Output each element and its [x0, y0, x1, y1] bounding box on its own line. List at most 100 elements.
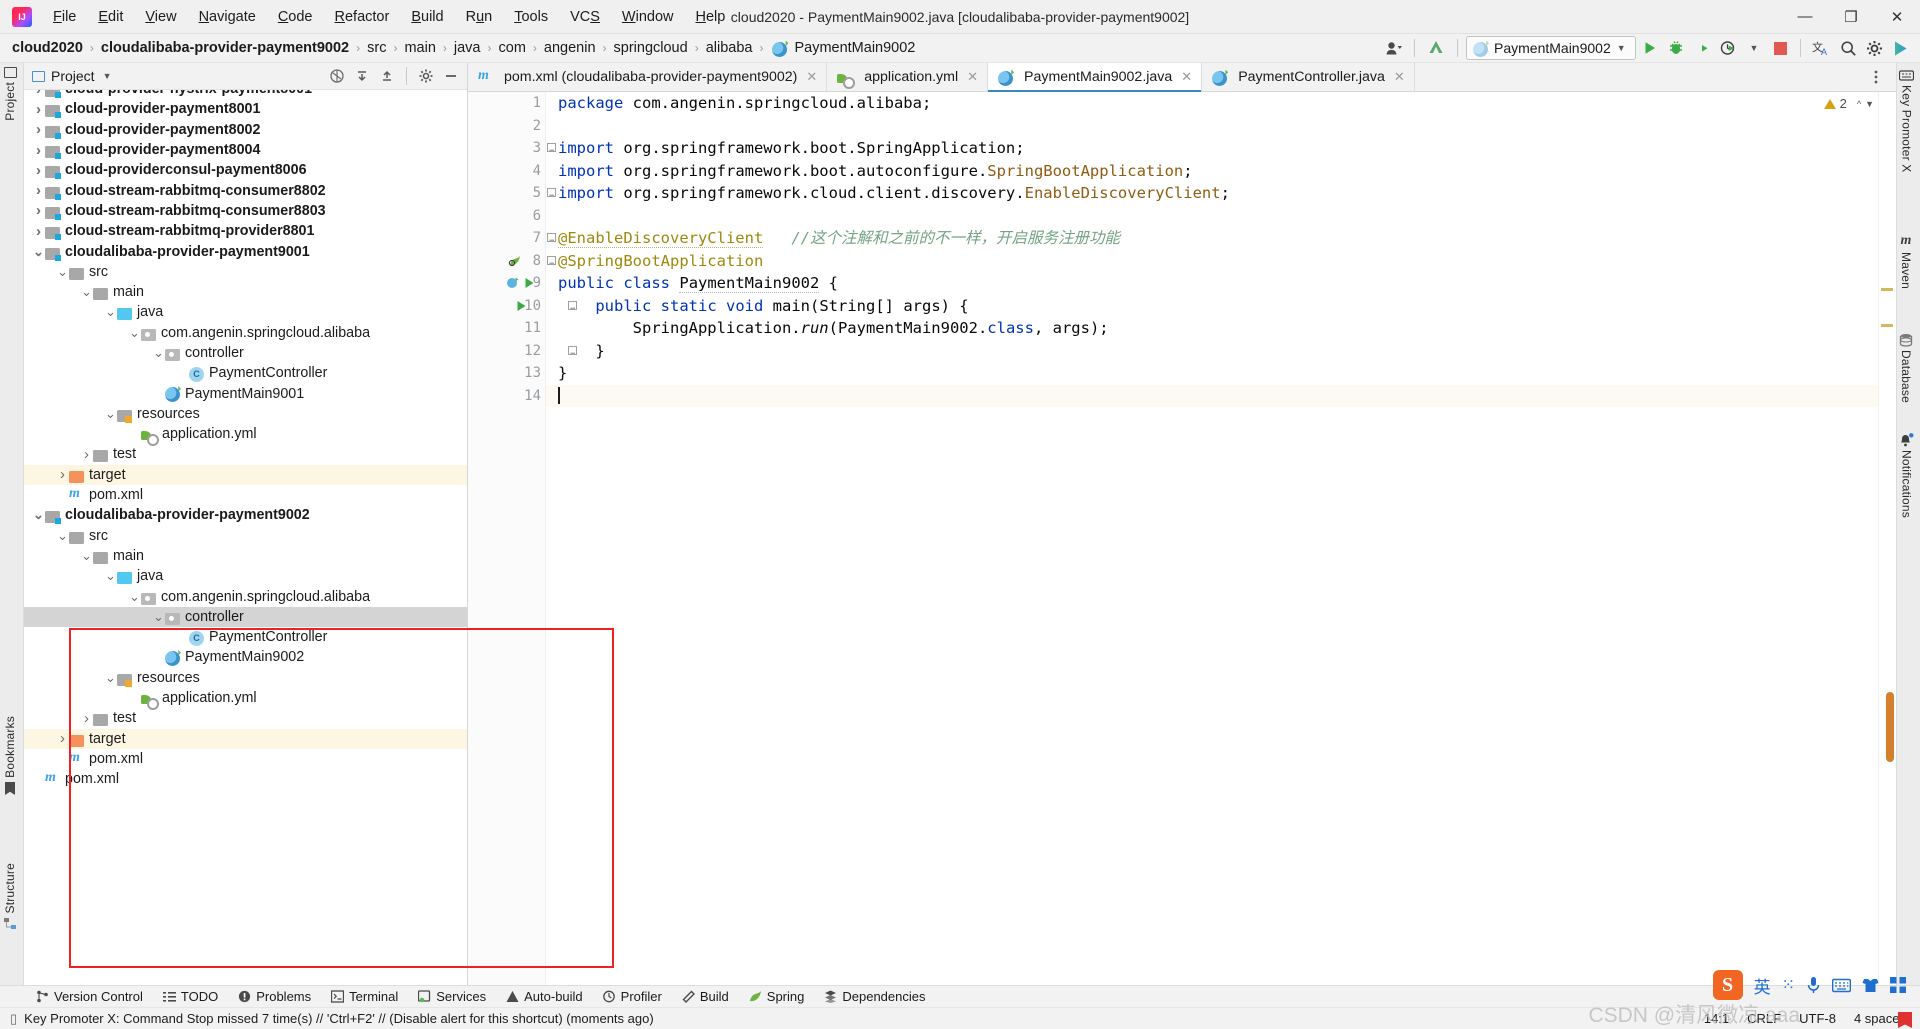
code-line[interactable]: }	[546, 362, 1896, 385]
close-tab-icon[interactable]: ✕	[1394, 69, 1405, 85]
tree-node[interactable]: ⌄ java	[24, 302, 467, 322]
project-tree[interactable]: › cloud-provider-hystrix-payment8001 › clou…	[24, 90, 467, 985]
code-fold-icon[interactable]	[568, 298, 577, 320]
breadcrumb-alibaba[interactable]: alibaba	[704, 40, 755, 56]
tree-node[interactable]: › target	[24, 464, 467, 485]
code-line[interactable]	[546, 205, 1896, 228]
chevron-down-icon[interactable]: ⌄	[104, 305, 117, 318]
tree-node[interactable]: ⌄ java	[24, 566, 467, 586]
tree-node[interactable]: m pom.xml	[24, 485, 467, 505]
chevron-down-icon[interactable]: ⌄	[80, 285, 93, 298]
chevron-down-icon[interactable]: ⌄	[56, 265, 69, 278]
settings-gear-icon[interactable]	[1862, 36, 1886, 60]
code-line[interactable]: import org.springframework.cloud.client.…	[546, 182, 1896, 208]
tree-node[interactable]: PaymentMain9002	[24, 647, 467, 667]
close-tab-icon[interactable]: ✕	[1181, 69, 1192, 85]
editor-tab[interactable]: PaymentController.java ✕	[1202, 63, 1415, 91]
tool-button-bookmarks[interactable]: Bookmarks	[3, 716, 17, 795]
code-fold-icon[interactable]	[568, 343, 577, 365]
bottom-tool-dependencies[interactable]: Dependencies	[814, 987, 935, 1007]
code-fold-icon[interactable]	[547, 185, 556, 208]
tree-node[interactable]: C PaymentController	[24, 363, 467, 383]
search-everywhere-icon[interactable]	[1836, 36, 1860, 60]
chevron-down-icon[interactable]: ▼	[1742, 36, 1766, 60]
chevron-down-icon[interactable]: ⌄	[152, 610, 165, 623]
run-gutter-icon[interactable]	[524, 277, 538, 291]
spring-bean-gutter-icon[interactable]	[508, 254, 522, 268]
pane-settings-icon[interactable]	[414, 64, 438, 88]
menu-navigate[interactable]: Navigate	[188, 5, 267, 29]
bottom-tool-services[interactable]: Services	[408, 987, 496, 1007]
tree-node[interactable]: ⌄ src	[24, 262, 467, 282]
chevron-down-icon[interactable]: ⌄	[152, 346, 165, 359]
tree-node[interactable]: ⌄ cloudalibaba-provider-payment9002	[24, 505, 467, 525]
sogou-logo-icon[interactable]: S	[1712, 970, 1743, 1000]
tree-node[interactable]: › cloud-provider-hystrix-payment8001	[24, 90, 467, 99]
code-line[interactable]: SpringApplication.run(PaymentMain9002.cl…	[546, 317, 1896, 340]
bottom-tool-profiler[interactable]: Profiler	[593, 987, 672, 1007]
tree-node[interactable]: › target	[24, 728, 467, 749]
breadcrumb-angenin[interactable]: angenin	[542, 40, 598, 56]
editor-gutter[interactable]: 1 2 3 4 5 6 7 8 9 10 11 12 13 14	[468, 92, 546, 985]
run-configuration-selector[interactable]: PaymentMain9002 ▼	[1466, 36, 1636, 60]
chevron-right-icon[interactable]: ›	[32, 202, 45, 219]
hide-pane-icon[interactable]	[439, 64, 463, 88]
code-line[interactable]: }	[546, 340, 1896, 365]
close-tab-icon[interactable]: ✕	[967, 69, 978, 85]
breadcrumb-project[interactable]: cloud2020	[10, 40, 85, 56]
chevron-down-icon[interactable]: ⌄	[32, 508, 45, 521]
breadcrumb-module[interactable]: cloudalibaba-provider-payment9002	[99, 40, 351, 56]
bottom-tool-problems[interactable]: Problems	[228, 987, 321, 1007]
menu-refactor[interactable]: Refactor	[324, 5, 401, 29]
gutter-line-number[interactable]: 7	[468, 227, 545, 250]
close-tab-icon[interactable]: ✕	[806, 69, 817, 85]
ime-language-indicator[interactable]: 英	[1754, 973, 1771, 998]
minimize-button[interactable]: —	[1782, 0, 1828, 33]
menu-code[interactable]: Code	[267, 5, 324, 29]
chevron-down-icon[interactable]: ⌄	[104, 407, 117, 420]
code-line[interactable]: public static void main(String[] args) {	[546, 295, 1896, 320]
chevron-down-icon[interactable]: ⌄	[32, 245, 45, 258]
chevron-right-icon[interactable]: ›	[56, 730, 69, 747]
tool-button-notifications[interactable]: Notifications	[1899, 433, 1914, 518]
tree-node[interactable]: › cloud-stream-rabbitmq-consumer8803	[24, 201, 467, 221]
spring-config-gutter-icon[interactable]	[506, 276, 520, 290]
menu-tools[interactable]: Tools	[503, 5, 559, 29]
menu-vcs[interactable]: VCS	[559, 5, 611, 29]
gutter-line-number[interactable]: 14	[468, 385, 545, 408]
gutter-line-number[interactable]: 6	[468, 205, 545, 228]
tree-node[interactable]: › cloud-provider-payment8002	[24, 120, 467, 140]
chevron-right-icon[interactable]: ›	[32, 142, 45, 159]
gutter-line-number[interactable]: 5	[468, 182, 545, 205]
chevron-right-icon[interactable]: ›	[32, 90, 45, 98]
gutter-line-number[interactable]: 11	[468, 317, 545, 340]
code-fold-icon[interactable]	[547, 140, 556, 163]
bottom-tool-auto-build[interactable]: Auto-build	[496, 987, 593, 1007]
run-button[interactable]	[1638, 36, 1662, 60]
mic-icon[interactable]	[1806, 976, 1821, 994]
bottom-tool-terminal[interactable]: Terminal	[321, 987, 408, 1007]
chevron-down-icon[interactable]: ⌄	[80, 549, 93, 562]
bottom-tool-todo[interactable]: TODO	[153, 987, 228, 1007]
tree-node[interactable]: ⌄ main	[24, 282, 467, 302]
code-line[interactable]: @EnableDiscoveryClient //这个注解和之前的不一样，开启服…	[546, 227, 1896, 253]
gutter-line-number[interactable]: 9	[468, 272, 545, 295]
collapse-scope-icon[interactable]	[325, 64, 349, 88]
tree-node[interactable]: ⌄ resources	[24, 668, 467, 688]
chevron-right-icon[interactable]: ›	[32, 121, 45, 138]
file-encoding[interactable]: UTF-8	[1799, 1011, 1836, 1026]
chevron-down-icon[interactable]: ⌄	[104, 569, 117, 582]
code-fold-icon[interactable]	[547, 253, 556, 275]
skin-icon[interactable]	[1862, 977, 1879, 994]
bottom-tool-spring[interactable]: Spring	[739, 987, 815, 1007]
warning-marker[interactable]	[1881, 324, 1893, 327]
chevron-down-icon[interactable]: ⌄	[128, 590, 141, 603]
user-account-icon[interactable]	[1382, 36, 1406, 60]
code-line[interactable]: import org.springframework.boot.SpringAp…	[546, 137, 1896, 163]
gutter-line-number[interactable]: 8	[468, 250, 545, 273]
gutter-line-number[interactable]: 2	[468, 115, 545, 138]
tree-node[interactable]: › cloud-provider-payment8004	[24, 140, 467, 160]
gutter-line-number[interactable]: 10	[468, 295, 545, 318]
tree-node[interactable]: › cloud-stream-rabbitmq-provider8801	[24, 221, 467, 241]
tree-node[interactable]: ⌄ cloudalibaba-provider-payment9001	[24, 241, 467, 261]
